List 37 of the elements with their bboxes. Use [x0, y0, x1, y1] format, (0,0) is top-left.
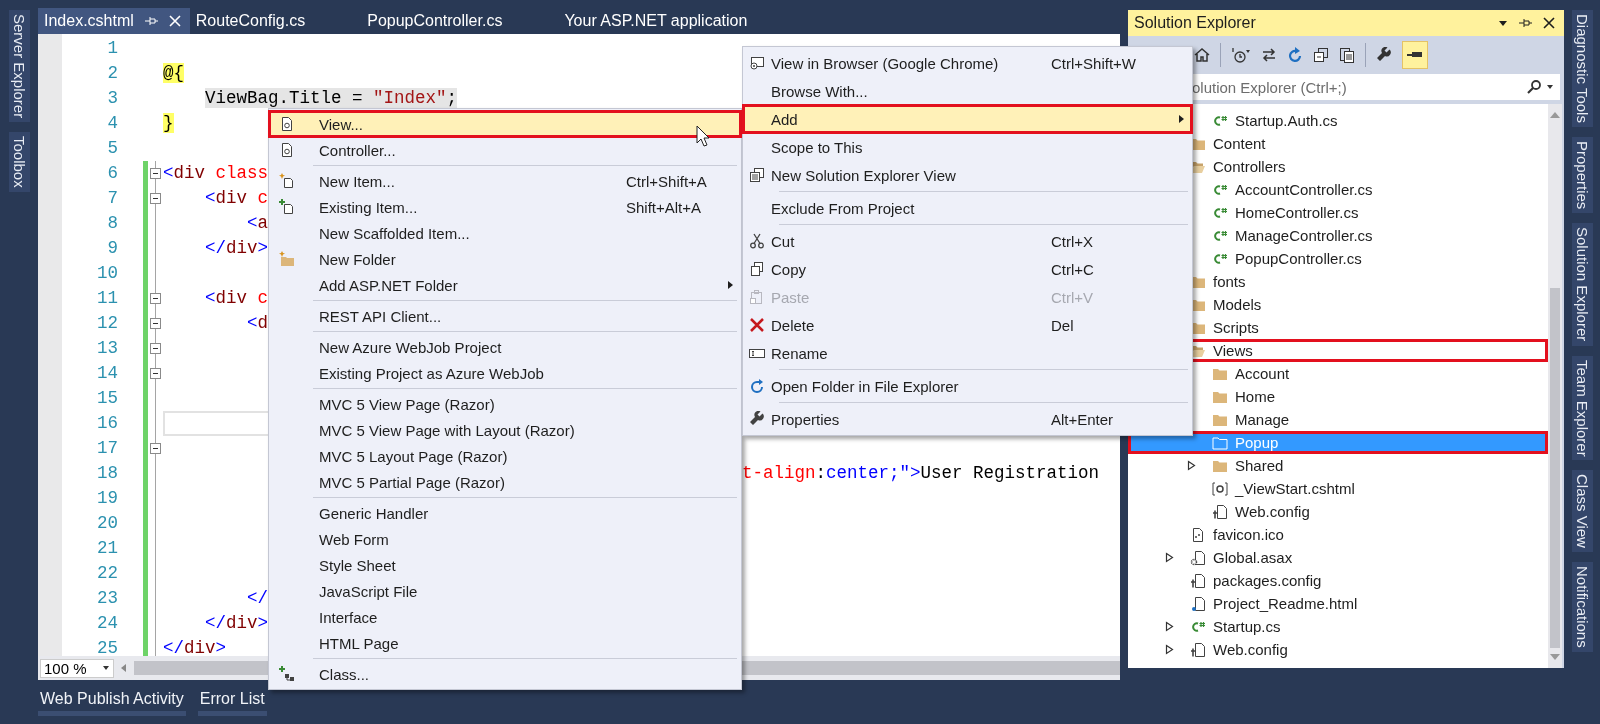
line-number: 15: [96, 386, 118, 410]
line-number: 10: [96, 261, 118, 285]
line-number: 9: [106, 236, 118, 260]
code-line: </div>: [204, 613, 269, 634]
panel-title: Solution Explorer: [1134, 14, 1257, 32]
code-line: <div c: [204, 288, 269, 309]
code-line: </div>: [163, 638, 227, 657]
code-line: t-align:center;">User Registration: [742, 463, 1100, 484]
line-number: 21: [96, 536, 118, 560]
line-number: 17: [96, 436, 118, 460]
line-number: 19: [96, 486, 118, 510]
line-number: 13: [96, 336, 118, 360]
line-number: 6: [106, 161, 118, 185]
line-number: 3: [106, 86, 118, 110]
line-number: 12: [96, 311, 118, 335]
line-number: 8: [106, 211, 118, 235]
line-number: 22: [96, 561, 118, 585]
code-line: <a: [246, 213, 269, 234]
line-number: 23: [96, 586, 118, 610]
line-number: 1: [106, 36, 118, 60]
line-number: 20: [96, 511, 118, 535]
line-number: 2: [106, 61, 118, 85]
code-line: ViewBag.Title = "Index";: [204, 88, 458, 109]
line-number: 14: [96, 361, 118, 385]
line-number: 7: [106, 186, 118, 210]
line-number: 25: [96, 636, 118, 657]
code-line: </: [246, 588, 269, 609]
line-number: 24: [96, 611, 118, 635]
line-number: 5: [106, 136, 118, 160]
line-number: 16: [96, 411, 118, 435]
code-line: <div class: [163, 163, 269, 184]
code-line: <d: [246, 313, 269, 334]
code-line: <div c: [204, 188, 269, 209]
line-number: 18: [96, 461, 118, 485]
line-number: 4: [106, 111, 118, 135]
code-line: </div>: [204, 238, 269, 259]
line-number: 11: [96, 286, 118, 310]
